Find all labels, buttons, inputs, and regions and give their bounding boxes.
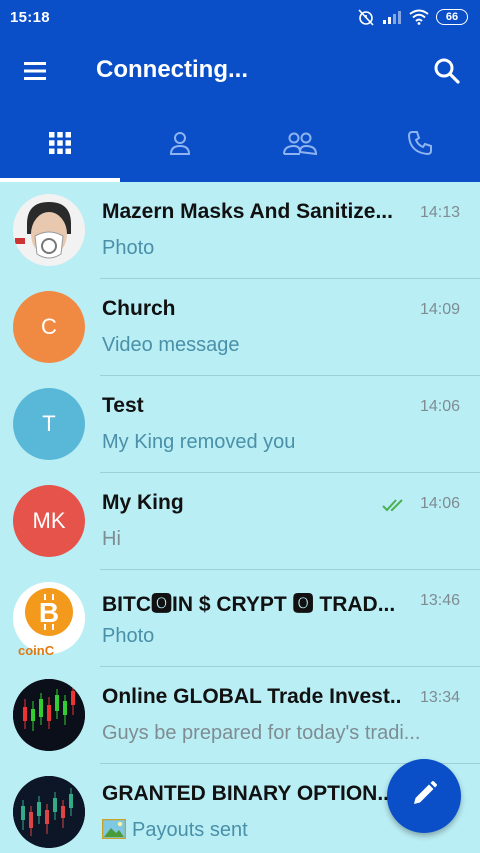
chat-time: 14:06 bbox=[419, 495, 460, 512]
tab-all-chats[interactable] bbox=[0, 108, 120, 182]
tab-groups[interactable] bbox=[240, 108, 360, 182]
chat-list: Mazern Masks And Sanitize... 14:13 Photo… bbox=[0, 182, 480, 853]
chat-name: Online GLOBAL Trade Invest... bbox=[102, 685, 402, 708]
chat-time: 13:34 bbox=[419, 689, 460, 706]
signal-icon bbox=[382, 10, 402, 24]
pencil-icon bbox=[410, 780, 438, 813]
svg-text:B: B bbox=[39, 597, 59, 628]
tab-contacts[interactable] bbox=[120, 108, 240, 182]
tab-bar bbox=[0, 108, 480, 182]
chat-preview: Guys be prepared for today's tradi... bbox=[102, 722, 421, 744]
compose-button[interactable] bbox=[387, 759, 461, 833]
avatar-initials: MK bbox=[32, 508, 66, 533]
status-bar: 15:18 66 bbox=[0, 0, 480, 34]
avatar-initials: T bbox=[42, 411, 56, 436]
chat-item-my-king[interactable]: MK My King 14:06 Hi bbox=[0, 473, 480, 570]
chat-preview: Photo bbox=[102, 625, 155, 647]
chat-time: 13:46 bbox=[419, 592, 460, 609]
avatar-initials: C bbox=[41, 314, 57, 339]
hamburger-menu-icon[interactable] bbox=[22, 60, 50, 82]
chat-item-test[interactable]: T Test 14:06 My King removed you bbox=[0, 376, 480, 473]
tab-calls[interactable] bbox=[360, 108, 480, 182]
chat-time: 14:06 bbox=[419, 398, 460, 415]
status-time: 15:18 bbox=[10, 8, 50, 26]
chat-item-bitcoin-crypto[interactable]: B coinC BITC🅾IN $ CRYPT 🅾 TRAD... 13:46 … bbox=[0, 570, 480, 667]
avatar-label: coinC bbox=[18, 643, 55, 658]
battery-icon: 66 bbox=[436, 9, 468, 25]
chat-name: GRANTED BINARY OPTION... bbox=[102, 782, 395, 805]
chat-name: Test bbox=[102, 394, 144, 417]
chat-name: My King bbox=[102, 491, 184, 514]
chat-time: 14:13 bbox=[419, 204, 460, 221]
chat-name: BITC🅾IN $ CRYPT 🅾 TRAD... bbox=[102, 593, 396, 616]
grid-icon bbox=[48, 131, 72, 160]
avatar bbox=[13, 194, 85, 266]
avatar bbox=[13, 776, 85, 848]
chat-item-online-global-trade[interactable]: Online GLOBAL Trade Invest... 13:34 Guys… bbox=[0, 667, 480, 764]
chat-preview: My King removed you bbox=[102, 431, 296, 453]
alarm-off-icon bbox=[357, 8, 375, 26]
search-icon[interactable] bbox=[432, 56, 462, 86]
chat-name: Mazern Masks And Sanitize... bbox=[102, 200, 393, 223]
chat-item-church[interactable]: C Church 14:09 Video message bbox=[0, 279, 480, 376]
double-check-icon bbox=[382, 497, 408, 518]
avatar: T bbox=[13, 388, 85, 460]
person-icon bbox=[168, 130, 192, 161]
chat-preview: Photo bbox=[102, 237, 155, 259]
chat-time: 14:09 bbox=[419, 301, 460, 318]
chat-preview: Video message bbox=[102, 334, 240, 356]
wifi-icon bbox=[409, 9, 429, 25]
chat-name: Church bbox=[102, 297, 176, 320]
chat-item-mazern-masks[interactable]: Mazern Masks And Sanitize... 14:13 Photo bbox=[0, 182, 480, 279]
avatar: MK bbox=[13, 485, 85, 557]
phone-icon bbox=[407, 130, 433, 161]
chat-preview: Hi bbox=[102, 528, 121, 550]
avatar: C bbox=[13, 291, 85, 363]
status-icons: 66 bbox=[357, 8, 468, 26]
avatar bbox=[13, 679, 85, 751]
image-thumbnail-icon bbox=[102, 819, 127, 840]
chat-preview: Payouts sent bbox=[132, 819, 248, 841]
page-title: Connecting... bbox=[96, 56, 248, 83]
group-icon bbox=[282, 130, 318, 161]
app-bar: Connecting... bbox=[0, 34, 480, 108]
chat-preview-row: Payouts sent bbox=[102, 819, 442, 842]
